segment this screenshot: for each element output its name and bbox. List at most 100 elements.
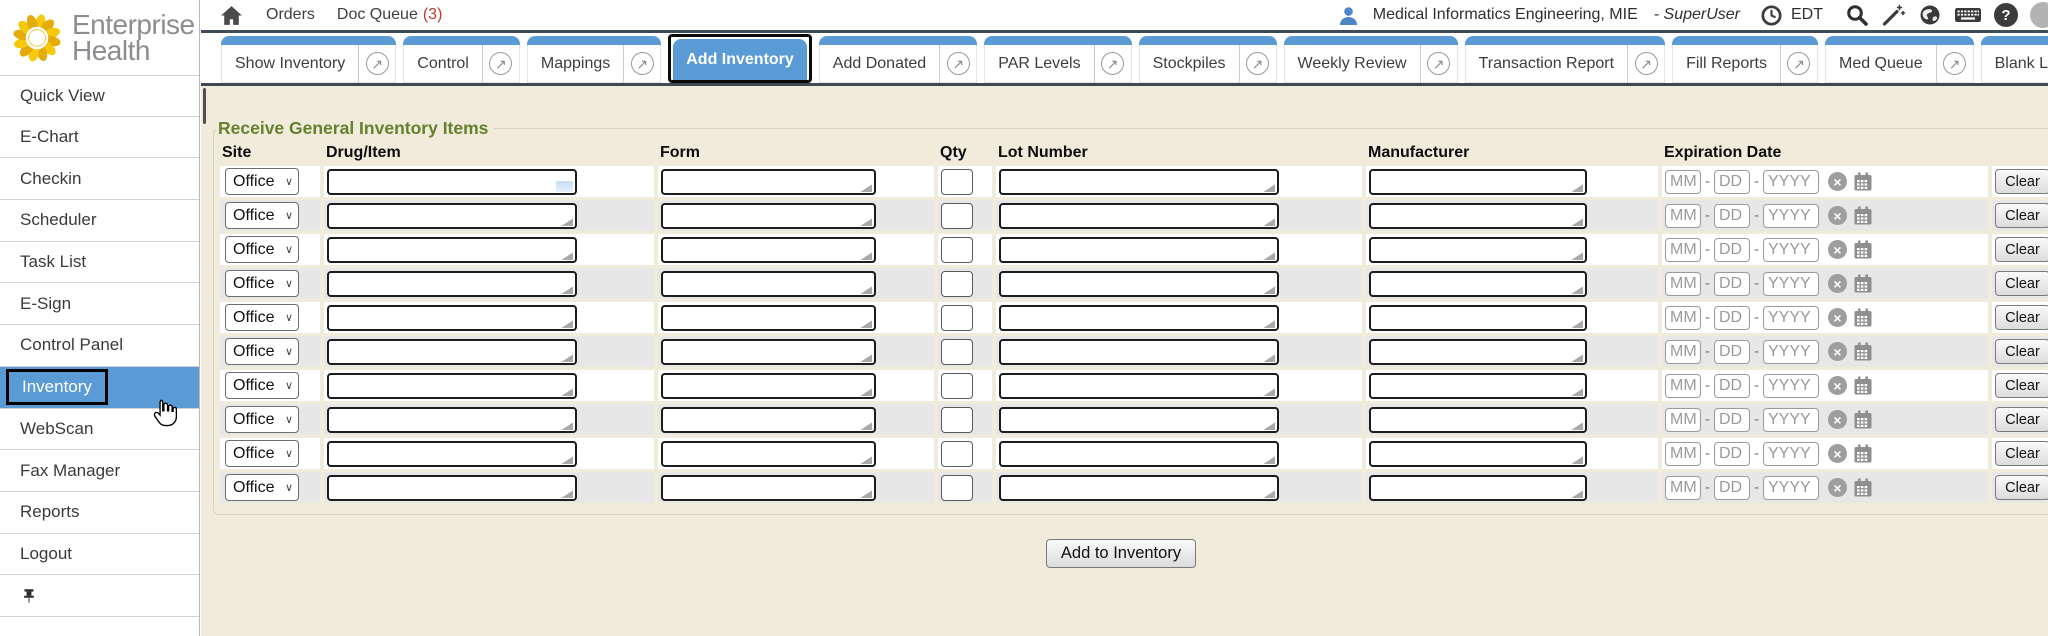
scrollbar-thumb[interactable] <box>203 88 206 124</box>
popout-icon[interactable]: ↗ <box>940 52 976 75</box>
expiration-day-input[interactable] <box>1714 204 1750 228</box>
clear-date-icon[interactable]: × <box>1828 444 1847 463</box>
tab-par-levels[interactable]: PAR Levels ↗ <box>984 36 1131 83</box>
calendar-icon[interactable] <box>1853 172 1873 192</box>
expiration-day-input[interactable] <box>1714 408 1750 432</box>
site-select[interactable]: Office∨ <box>225 474 299 501</box>
drug-item-input[interactable] <box>327 373 577 399</box>
expiration-year-input[interactable] <box>1763 476 1819 500</box>
drug-item-input[interactable] <box>327 339 577 365</box>
site-select[interactable]: Office∨ <box>225 202 299 229</box>
manufacturer-input[interactable] <box>1369 203 1587 229</box>
form-input[interactable] <box>661 169 876 195</box>
drug-item-input[interactable] <box>327 203 577 229</box>
drug-item-input[interactable] <box>327 237 577 263</box>
drug-item-input[interactable] <box>327 305 577 331</box>
form-input[interactable] <box>661 305 876 331</box>
expiration-month-input[interactable] <box>1665 170 1701 194</box>
tab-show-inventory[interactable]: Show Inventory ↗ <box>221 36 396 83</box>
expiration-day-input[interactable] <box>1714 442 1750 466</box>
calendar-icon[interactable] <box>1853 274 1873 294</box>
site-select[interactable]: Office∨ <box>225 270 299 297</box>
wand-icon[interactable] <box>1881 3 1906 27</box>
site-select[interactable]: Office∨ <box>225 236 299 263</box>
clear-row-button[interactable]: Clear <box>1995 305 2048 330</box>
sidebar-item-quick-view[interactable]: Quick View <box>0 75 199 117</box>
sidebar-item-inventory[interactable]: Inventory <box>0 367 199 409</box>
calendar-icon[interactable] <box>1853 444 1873 464</box>
qty-input[interactable] <box>941 339 973 365</box>
home-icon[interactable] <box>219 4 244 27</box>
form-input[interactable] <box>661 271 876 297</box>
manufacturer-input[interactable] <box>1369 475 1587 501</box>
site-select[interactable]: Office∨ <box>225 406 299 433</box>
qty-input[interactable] <box>941 441 973 467</box>
sidebar-item-fax-manager[interactable]: Fax Manager <box>0 450 199 492</box>
drug-item-input[interactable] <box>327 271 577 297</box>
popout-icon[interactable]: ↗ <box>624 52 660 75</box>
tab-fill-reports[interactable]: Fill Reports ↗ <box>1672 36 1818 83</box>
clock-icon[interactable] <box>1760 4 1783 27</box>
expiration-year-input[interactable] <box>1763 374 1819 398</box>
manufacturer-input[interactable] <box>1369 339 1587 365</box>
tab-blank-labels[interactable]: Blank Labels ↗ <box>1981 36 2048 83</box>
clear-row-button[interactable]: Clear <box>1995 339 2048 364</box>
manufacturer-input[interactable] <box>1369 305 1587 331</box>
expiration-month-input[interactable] <box>1665 408 1701 432</box>
help-icon[interactable]: ? <box>1994 3 2018 27</box>
qty-input[interactable] <box>941 169 973 195</box>
site-select[interactable]: Office∨ <box>225 372 299 399</box>
clear-date-icon[interactable]: × <box>1828 308 1847 327</box>
clear-date-icon[interactable]: × <box>1828 376 1847 395</box>
popout-icon[interactable]: ↗ <box>1937 52 1973 75</box>
expiration-year-input[interactable] <box>1763 170 1819 194</box>
tab-add-donated[interactable]: Add Donated ↗ <box>819 36 977 83</box>
clear-row-button[interactable]: Clear <box>1995 169 2048 194</box>
popout-icon[interactable]: ↗ <box>483 52 519 75</box>
lot-number-input[interactable] <box>999 407 1279 433</box>
lot-number-input[interactable] <box>999 441 1279 467</box>
calendar-icon[interactable] <box>1853 240 1873 260</box>
sidebar-item-task-list[interactable]: Task List <box>0 242 199 284</box>
clear-row-button[interactable]: Clear <box>1995 441 2048 466</box>
lot-number-input[interactable] <box>999 305 1279 331</box>
expiration-day-input[interactable] <box>1714 340 1750 364</box>
clear-date-icon[interactable]: × <box>1828 410 1847 429</box>
lot-number-input[interactable] <box>999 203 1279 229</box>
drug-item-input[interactable] <box>327 407 577 433</box>
sidebar-item-webscan[interactable]: WebScan <box>0 409 199 451</box>
expiration-year-input[interactable] <box>1763 408 1819 432</box>
lot-number-input[interactable] <box>999 237 1279 263</box>
expiration-day-input[interactable] <box>1714 476 1750 500</box>
clear-date-icon[interactable]: × <box>1828 206 1847 225</box>
qty-input[interactable] <box>941 407 973 433</box>
lot-number-input[interactable] <box>999 271 1279 297</box>
expiration-month-input[interactable] <box>1665 204 1701 228</box>
clear-row-button[interactable]: Clear <box>1995 475 2048 500</box>
form-input[interactable] <box>661 441 876 467</box>
nav-orders[interactable]: Orders <box>266 6 315 24</box>
popout-icon[interactable]: ↗ <box>1240 52 1276 75</box>
qty-input[interactable] <box>941 475 973 501</box>
clear-date-icon[interactable]: × <box>1828 478 1847 497</box>
lot-number-input[interactable] <box>999 373 1279 399</box>
form-input[interactable] <box>661 373 876 399</box>
site-select[interactable]: Office∨ <box>225 304 299 331</box>
avatar[interactable] <box>2030 2 2048 28</box>
form-input[interactable] <box>661 237 876 263</box>
drug-item-input[interactable] <box>327 169 577 195</box>
clear-date-icon[interactable]: × <box>1828 172 1847 191</box>
site-select[interactable]: Office∨ <box>225 168 299 195</box>
expiration-year-input[interactable] <box>1763 306 1819 330</box>
popout-icon[interactable]: ↗ <box>359 52 395 75</box>
add-to-inventory-button[interactable]: Add to Inventory <box>1046 539 1196 568</box>
manufacturer-input[interactable] <box>1369 441 1587 467</box>
form-input[interactable] <box>661 339 876 365</box>
nav-doc-queue[interactable]: Doc Queue(3) <box>337 6 443 24</box>
sidebar-item-e-sign[interactable]: E-Sign <box>0 283 199 325</box>
sidebar-item-checkin[interactable]: Checkin <box>0 158 199 200</box>
clear-row-button[interactable]: Clear <box>1995 271 2048 296</box>
clear-row-button[interactable]: Clear <box>1995 203 2048 228</box>
clear-date-icon[interactable]: × <box>1828 240 1847 259</box>
drug-item-input[interactable] <box>327 441 577 467</box>
